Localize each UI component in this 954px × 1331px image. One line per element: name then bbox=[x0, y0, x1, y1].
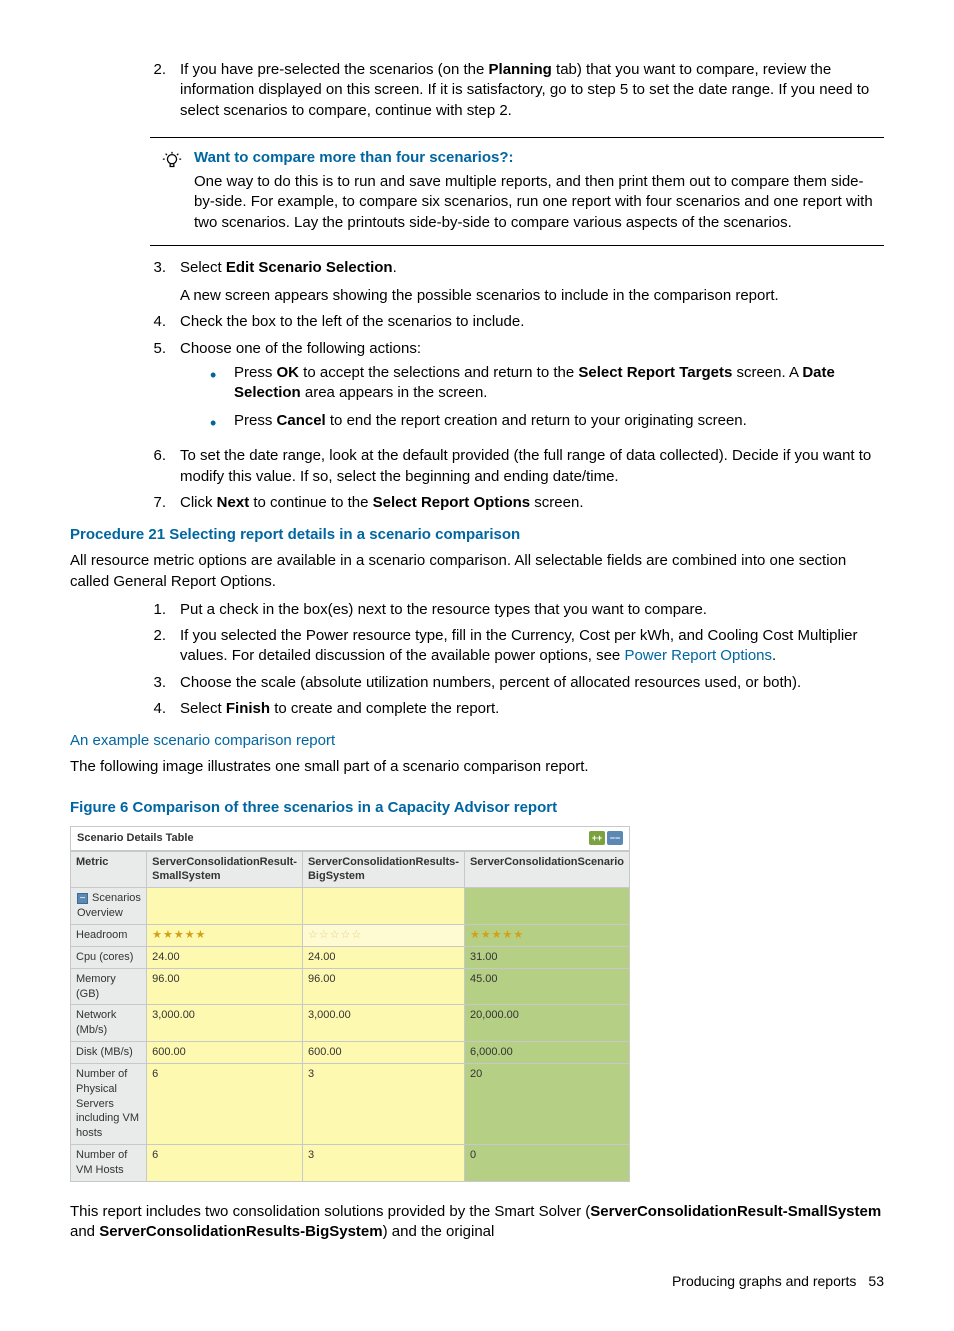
stars-icon: ★★★★★ bbox=[464, 924, 629, 946]
step-3: 3. Select Edit Scenario Selection. A new… bbox=[150, 258, 884, 307]
footer-page-number: 53 bbox=[868, 1272, 884, 1291]
step-number: 2. bbox=[150, 60, 180, 121]
page-footer: Producing graphs and reports 53 bbox=[70, 1272, 884, 1291]
procedure-21-intro: All resource metric options are availabl… bbox=[70, 551, 884, 592]
example-heading: An example scenario comparison report bbox=[70, 731, 884, 751]
scenario-figure: Scenario Details Table ++ −− Metric Serv… bbox=[70, 826, 884, 1182]
header-controls: ++ −− bbox=[589, 831, 623, 845]
col-smallsystem: ServerConsolidationResult-SmallSystem bbox=[147, 851, 303, 888]
steps-upper: 2. If you have pre-selected the scenario… bbox=[150, 60, 884, 121]
page-content: 2. If you have pre-selected the scenario… bbox=[70, 60, 884, 513]
col-bigsystem: ServerConsolidationResults-BigSystem bbox=[302, 851, 464, 888]
bullet-ok: • Press OK to accept the selections and … bbox=[210, 363, 884, 404]
steps-lower: 3. Select Edit Scenario Selection. A new… bbox=[150, 258, 884, 513]
table-row: Memory (GB) 96.00 96.00 45.00 bbox=[71, 968, 630, 1005]
power-report-options-link[interactable]: Power Report Options bbox=[624, 647, 772, 664]
stars-icon: ★★★★★ bbox=[147, 924, 303, 946]
tip-icon bbox=[150, 148, 194, 233]
section-toggle[interactable]: −Scenarios Overview bbox=[71, 888, 147, 925]
step-6: 6. To set the date range, look at the de… bbox=[150, 446, 884, 487]
procedure-21-heading: Procedure 21 Selecting report details in… bbox=[70, 525, 884, 545]
p21-step-3: 3. Choose the scale (absolute utilizatio… bbox=[150, 673, 884, 693]
step-5: 5. Choose one of the following actions: … bbox=[150, 339, 884, 441]
scenario-table-title: Scenario Details Table bbox=[77, 831, 194, 846]
collapse-all-icon[interactable]: −− bbox=[607, 831, 623, 845]
step-2: 2. If you have pre-selected the scenario… bbox=[150, 60, 884, 121]
tip-callout: Want to compare more than four scenarios… bbox=[150, 137, 884, 246]
collapse-icon[interactable]: − bbox=[77, 893, 88, 904]
footer-section: Producing graphs and reports bbox=[672, 1272, 856, 1291]
table-row: Cpu (cores) 24.00 24.00 31.00 bbox=[71, 946, 630, 968]
step-7: 7. Click Next to continue to the Select … bbox=[150, 493, 884, 513]
example-intro: The following image illustrates one smal… bbox=[70, 757, 884, 777]
col-metric: Metric bbox=[71, 851, 147, 888]
step-3-sub: A new screen appears showing the possibl… bbox=[180, 286, 884, 306]
p21-step-1: 1. Put a check in the box(es) next to th… bbox=[150, 600, 884, 620]
table-row: Headroom ★★★★★ ☆☆☆☆☆ ★★★★★ bbox=[71, 924, 630, 946]
bullet-cancel: • Press Cancel to end the report creatio… bbox=[210, 411, 884, 432]
stars-outline-icon: ☆☆☆☆☆ bbox=[302, 924, 464, 946]
table-row: Disk (MB/s) 600.00 600.00 6,000.00 bbox=[71, 1042, 630, 1064]
table-row: Number of VM Hosts 6 3 0 bbox=[71, 1145, 630, 1182]
p21-step-4: 4. Select Finish to create and complete … bbox=[150, 699, 884, 719]
table-row: Number of Physical Servers including VM … bbox=[71, 1063, 630, 1144]
expand-all-icon[interactable]: ++ bbox=[589, 831, 605, 845]
step-body: If you have pre-selected the scenarios (… bbox=[180, 60, 884, 121]
figure-6-title: Figure 6 Comparison of three scenarios i… bbox=[70, 798, 884, 818]
scenario-table: Metric ServerConsolidationResult-SmallSy… bbox=[70, 851, 630, 1182]
bullet-icon: • bbox=[210, 411, 234, 432]
table-header-row: Metric ServerConsolidationResult-SmallSy… bbox=[71, 851, 630, 888]
tip-text: One way to do this is to run and save mu… bbox=[194, 172, 884, 233]
section-row: −Scenarios Overview bbox=[71, 888, 630, 925]
tip-title: Want to compare more than four scenarios… bbox=[194, 148, 884, 168]
bullet-icon: • bbox=[210, 363, 234, 404]
scenario-table-header: Scenario Details Table ++ −− bbox=[70, 826, 630, 851]
step-4: 4. Check the box to the left of the scen… bbox=[150, 312, 884, 332]
table-row: Network (Mb/s) 3,000.00 3,000.00 20,000.… bbox=[71, 1005, 630, 1042]
after-figure-text: This report includes two consolidation s… bbox=[70, 1202, 884, 1243]
p21-step-2: 2. If you selected the Power resource ty… bbox=[150, 626, 884, 667]
procedure-21-steps: 1. Put a check in the box(es) next to th… bbox=[150, 600, 884, 719]
tip-body: Want to compare more than four scenarios… bbox=[194, 148, 884, 233]
col-scenario: ServerConsolidationScenario bbox=[464, 851, 629, 888]
step-5-bullets: • Press OK to accept the selections and … bbox=[210, 363, 884, 433]
